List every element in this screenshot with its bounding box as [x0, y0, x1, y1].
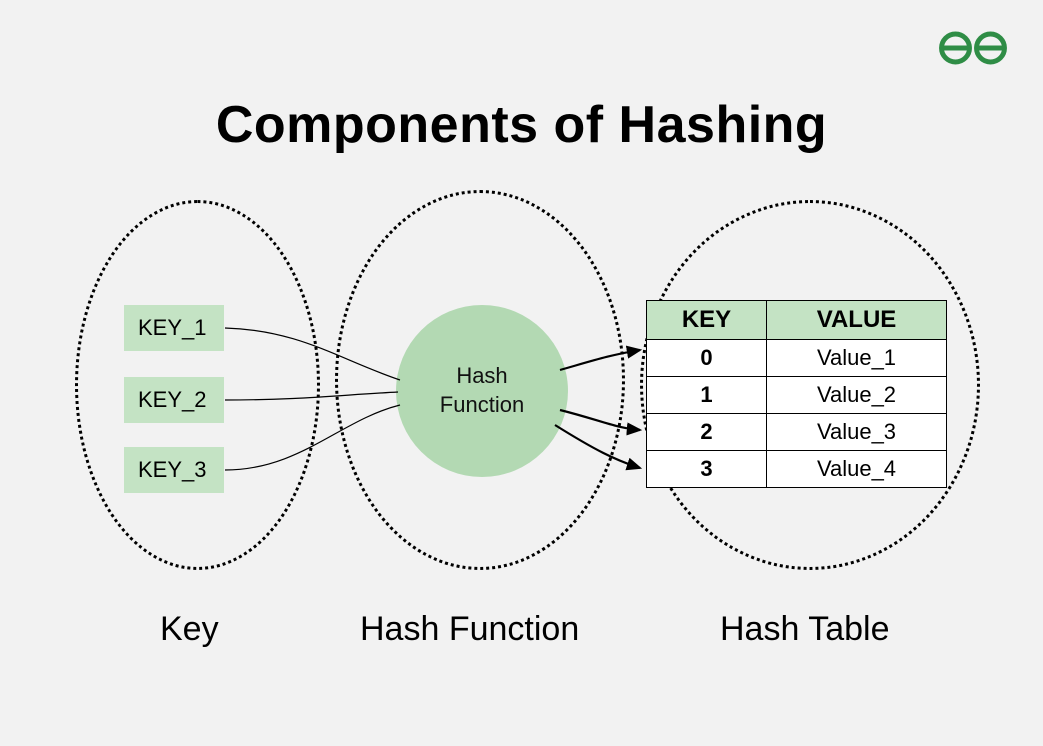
hash-table-cell-key: 2 — [647, 414, 767, 451]
table-row: 3 Value_4 — [647, 451, 947, 488]
hash-function-circle: Hash Function — [396, 305, 568, 477]
hash-table-cell-value: Value_1 — [767, 340, 947, 377]
hash-table: KEY VALUE 0 Value_1 1 Value_2 2 Value_3 … — [646, 300, 947, 488]
section-label-key: Key — [160, 610, 219, 649]
geeksforgeeks-logo-icon — [938, 28, 1008, 68]
hash-table-cell-value: Value_4 — [767, 451, 947, 488]
diagram-title: Components of Hashing — [0, 95, 1043, 155]
hash-table-cell-key: 0 — [647, 340, 767, 377]
table-row: 2 Value_3 — [647, 414, 947, 451]
hash-table-cell-key: 1 — [647, 377, 767, 414]
key-box-3: KEY_3 — [124, 447, 224, 493]
hash-table-cell-key: 3 — [647, 451, 767, 488]
hash-function-circle-text: Hash Function — [440, 362, 524, 419]
key-box-1: KEY_1 — [124, 305, 224, 351]
table-row: 0 Value_1 — [647, 340, 947, 377]
section-label-hash-table: Hash Table — [720, 610, 890, 649]
hash-table-header-row: KEY VALUE — [647, 301, 947, 340]
key-box-2: KEY_2 — [124, 377, 224, 423]
hash-table-header-value: VALUE — [767, 301, 947, 340]
table-row: 1 Value_2 — [647, 377, 947, 414]
diagram-canvas: KEY_1 KEY_2 KEY_3 Hash Function KEY VALU… — [0, 190, 1043, 610]
section-label-hash-function: Hash Function — [360, 610, 579, 649]
hash-table-cell-value: Value_3 — [767, 414, 947, 451]
hash-table-header-key: KEY — [647, 301, 767, 340]
hash-table-cell-value: Value_2 — [767, 377, 947, 414]
